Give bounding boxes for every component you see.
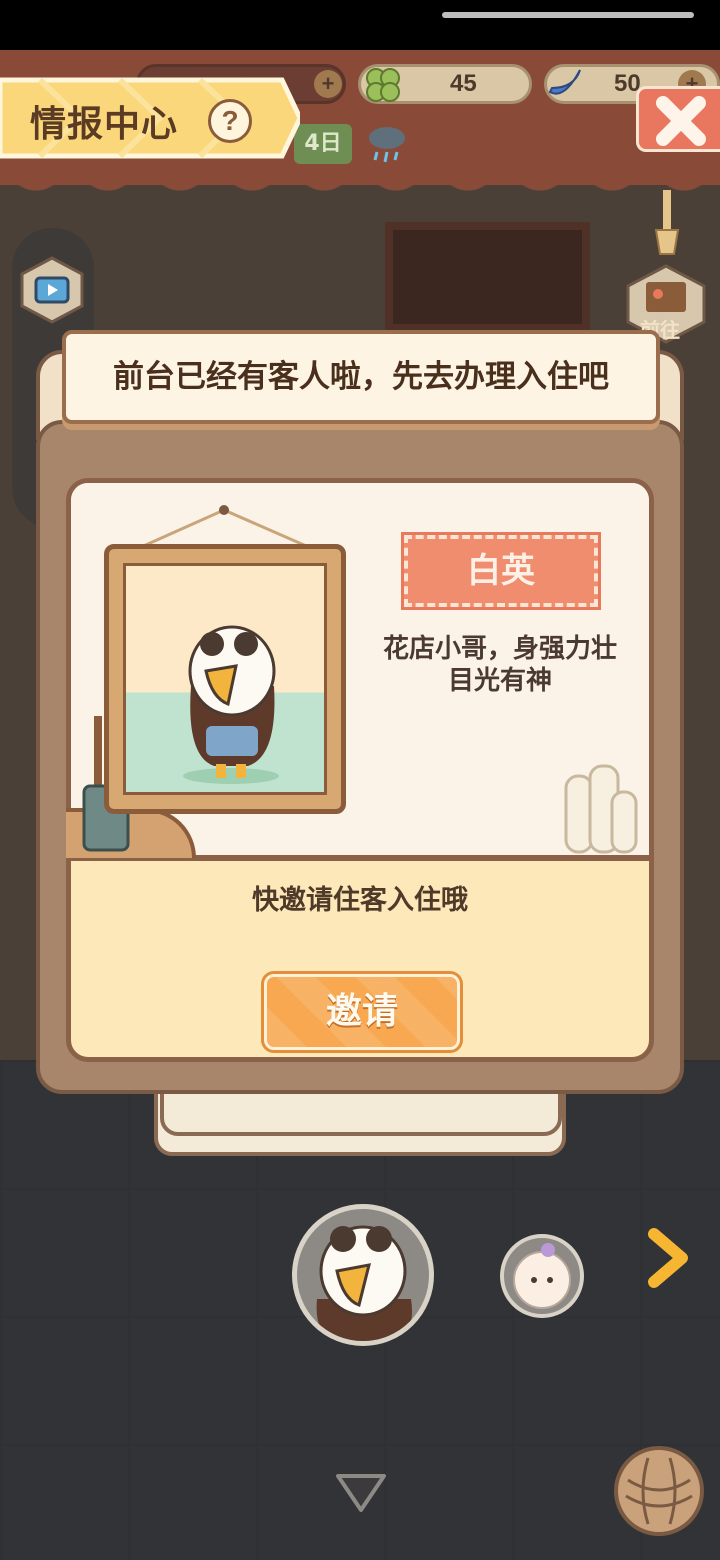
add-gold-button[interactable]: + — [314, 70, 342, 98]
guest-description-line2: 目光有神 — [447, 666, 552, 696]
close-button[interactable] — [636, 86, 720, 152]
tv-ad-icon[interactable] — [18, 256, 86, 324]
sheep-avatar-icon — [513, 1243, 571, 1309]
page-title: 情报中心 — [30, 104, 179, 145]
invite-button[interactable]: 邀请 — [264, 974, 460, 1050]
clover-value: 45 — [450, 70, 477, 97]
eagle-guest-icon — [183, 625, 279, 784]
day-badge: 4日 — [294, 124, 352, 164]
guest-portrait-frame — [104, 544, 346, 814]
yarn-icon — [625, 1457, 693, 1525]
invite-label: 邀请 — [325, 991, 398, 1032]
help-icon[interactable]: ? — [208, 99, 252, 143]
eagle-avatar-icon — [316, 1225, 412, 1341]
bell-rope — [654, 190, 680, 255]
close-icon — [656, 96, 706, 146]
banana-icon — [548, 69, 581, 95]
room-window — [385, 222, 590, 332]
chevron-down-icon[interactable] — [334, 1470, 388, 1514]
guest-name-tag: 白英 — [401, 532, 601, 610]
clover-icon — [366, 68, 400, 102]
next-arrow-icon[interactable] — [644, 1226, 692, 1290]
yarn-ball-button[interactable] — [614, 1446, 704, 1536]
message-banner: 前台已经有客人啦，先去办理入住吧 — [62, 330, 660, 424]
status-bar — [0, 0, 720, 50]
guest-avatar-selected[interactable] — [292, 1204, 434, 1346]
home-indicator — [442, 12, 694, 18]
rain-cloud-icon — [369, 127, 405, 163]
scrolls-icon — [564, 764, 638, 854]
invite-hint: 快邀请住客入住哦 — [252, 885, 468, 916]
awning-scallop — [0, 160, 720, 196]
guest-avatar-sheep[interactable] — [500, 1234, 584, 1318]
guest-portrait — [123, 563, 327, 795]
message-text: 前台已经有客人啦，先去办理入住吧 — [113, 359, 609, 395]
